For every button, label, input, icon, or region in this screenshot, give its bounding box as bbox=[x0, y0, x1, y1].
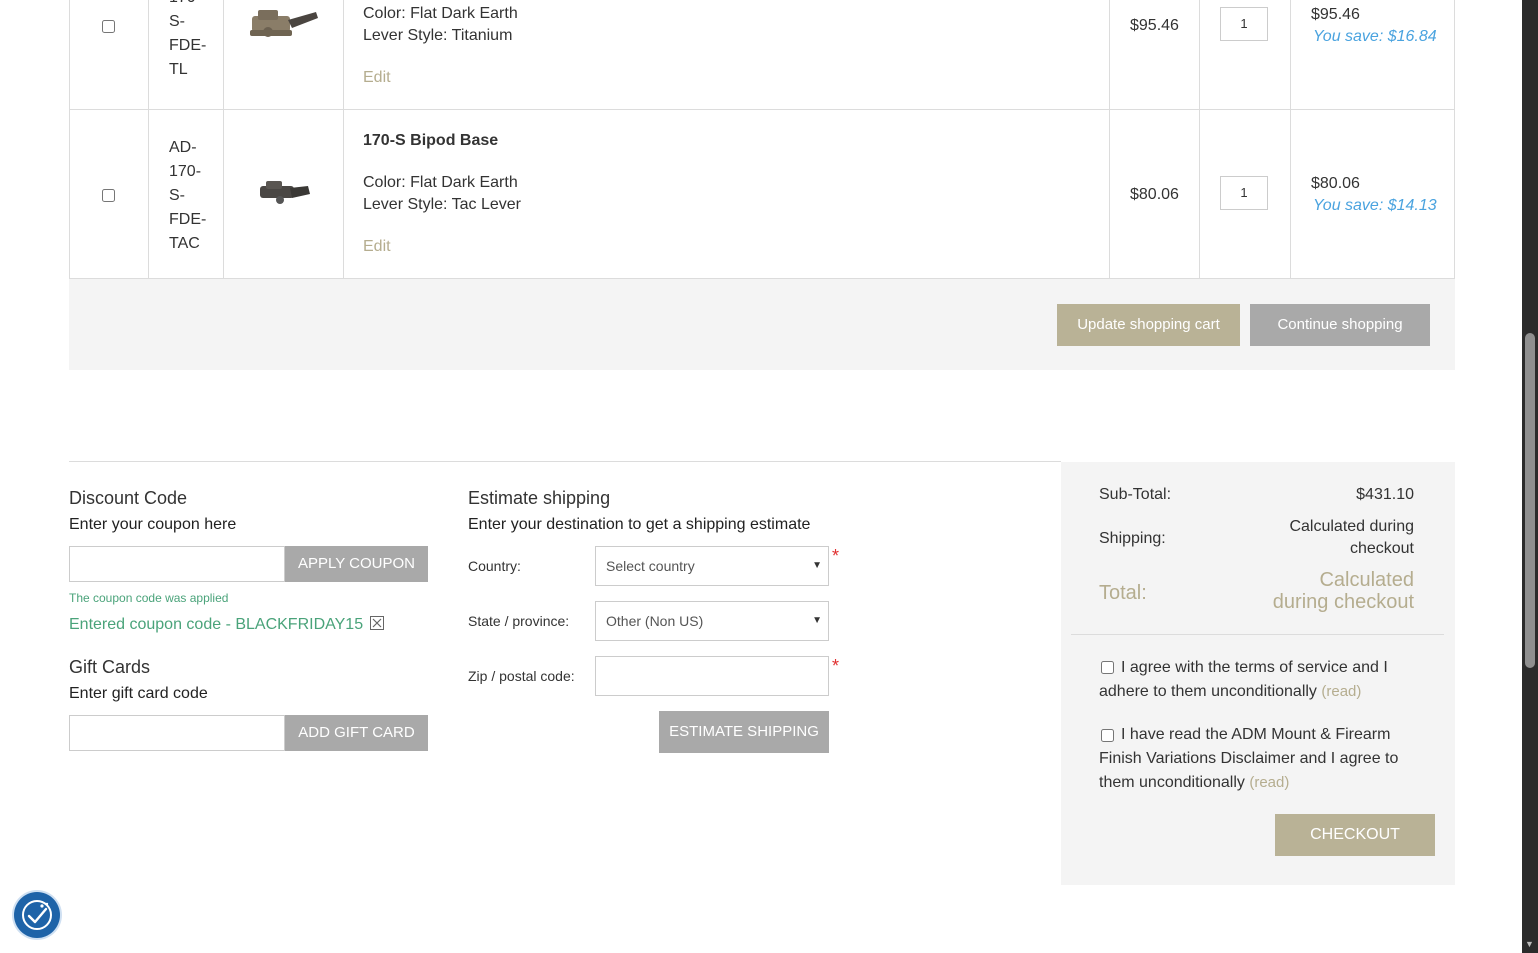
remove-item-checkbox[interactable] bbox=[102, 189, 115, 202]
order-summary: Sub-Total: $431.10 Shipping: Calculated … bbox=[1061, 462, 1455, 885]
sku-line: S- bbox=[169, 187, 185, 204]
sku-line: TL bbox=[169, 61, 188, 78]
coupon-applied-message: The coupon code was applied bbox=[69, 591, 229, 605]
product-name-link[interactable]: 170-S Bipod Base bbox=[363, 132, 498, 150]
country-select[interactable]: Select country ▼ bbox=[595, 546, 829, 586]
savings-text: You save: $14.13 bbox=[1313, 197, 1437, 214]
total-value: Calculated during checkout bbox=[1273, 569, 1414, 613]
chevron-down-icon: ▼ bbox=[812, 615, 822, 626]
unit-price: $80.06 bbox=[1130, 186, 1179, 203]
disclaimer-read-link[interactable]: (read) bbox=[1249, 774, 1289, 791]
unit-price: $95.46 bbox=[1130, 17, 1179, 34]
shipping-label: Shipping: bbox=[1099, 530, 1166, 547]
state-select-value: Other (Non US) bbox=[606, 613, 704, 629]
estimate-shipping-button[interactable]: ESTIMATE SHIPPING bbox=[659, 711, 829, 753]
country-label: Country: bbox=[468, 558, 521, 574]
sku-line: AD- bbox=[169, 139, 197, 156]
gift-card-subtitle: Enter gift card code bbox=[69, 685, 208, 702]
gift-card-title: Gift Cards bbox=[69, 657, 151, 677]
zip-input[interactable] bbox=[595, 656, 829, 696]
col-divider bbox=[223, 0, 224, 279]
terms-read-link[interactable]: (read) bbox=[1321, 683, 1361, 700]
disclaimer-text: I have read the ADM Mount & Firearm Fini… bbox=[1099, 723, 1419, 795]
shipping-value-line: checkout bbox=[1349, 540, 1414, 557]
col-divider bbox=[1454, 0, 1455, 279]
apply-coupon-button[interactable]: APPLY COUPON bbox=[285, 546, 428, 582]
line-total: $80.06 bbox=[1311, 175, 1360, 192]
col-divider bbox=[343, 0, 344, 279]
color-attribute: Color: Flat Dark Earth bbox=[363, 174, 518, 191]
discount-subtitle: Enter your coupon here bbox=[69, 516, 237, 533]
chevron-down-icon: ▼ bbox=[812, 560, 822, 571]
shipping-subtitle: Enter your destination to get a shipping… bbox=[468, 516, 811, 533]
sku-line: TAC bbox=[169, 235, 200, 252]
sku-line: 170- bbox=[169, 163, 202, 180]
entered-coupon-text: Entered coupon code - BLACKFRIDAY15 bbox=[69, 616, 364, 633]
accessibility-icon bbox=[22, 900, 52, 930]
row-divider bbox=[69, 109, 1455, 110]
color-attribute: Color: Flat Dark Earth bbox=[363, 5, 518, 22]
discount-title: Discount Code bbox=[69, 488, 188, 508]
remove-item-checkbox[interactable] bbox=[102, 20, 115, 33]
shipping-title: Estimate shipping bbox=[468, 488, 611, 508]
shipping-value: Calculated during checkout bbox=[1289, 516, 1414, 560]
total-label: Total: bbox=[1099, 582, 1147, 604]
col-divider bbox=[1290, 0, 1291, 279]
add-gift-card-button[interactable]: ADD GIFT CARD bbox=[285, 715, 428, 751]
sku-line: S- bbox=[169, 13, 185, 30]
section-divider bbox=[69, 461, 1061, 462]
col-divider bbox=[1109, 0, 1110, 279]
cart-actions-bar: Update shopping cart Continue shopping bbox=[69, 279, 1455, 370]
required-asterisk: * bbox=[832, 656, 840, 676]
checkout-button[interactable]: CHECKOUT bbox=[1275, 814, 1435, 856]
line-total: $95.46 bbox=[1311, 6, 1360, 23]
edit-link[interactable]: Edit bbox=[363, 238, 391, 256]
quantity-input[interactable]: 1 bbox=[1220, 7, 1268, 41]
coupon-input[interactable] bbox=[69, 546, 285, 582]
total-value-line: Calculated bbox=[1319, 569, 1414, 591]
sku-line: FDE- bbox=[169, 37, 207, 54]
edit-link[interactable]: Edit bbox=[363, 69, 391, 87]
state-select[interactable]: Other (Non US) ▼ bbox=[595, 601, 829, 641]
accessibility-button[interactable] bbox=[14, 892, 60, 938]
savings-text: You save: $16.84 bbox=[1313, 28, 1437, 45]
subtotal-label: Sub-Total: bbox=[1099, 486, 1172, 503]
quantity-input[interactable]: 1 bbox=[1220, 176, 1268, 210]
required-asterisk: * bbox=[832, 546, 840, 566]
remove-coupon-icon[interactable] bbox=[369, 616, 384, 630]
lever-attribute: Lever Style: Titanium bbox=[363, 27, 513, 44]
total-value-line: during checkout bbox=[1272, 591, 1414, 613]
product-image[interactable] bbox=[256, 178, 312, 208]
sku-line: FDE- bbox=[169, 211, 207, 228]
entered-coupon: Entered coupon code - BLACKFRIDAY15 bbox=[69, 616, 384, 634]
scroll-down-arrow-icon[interactable]: ▼ bbox=[1525, 939, 1534, 949]
terms-text: I agree with the terms of service and I … bbox=[1099, 656, 1419, 704]
country-select-value: Select country bbox=[606, 558, 695, 574]
sku-text: 170- S- FDE- TL bbox=[169, 0, 209, 82]
col-divider bbox=[69, 0, 70, 279]
sku-text: AD- 170- S- FDE- TAC bbox=[169, 136, 209, 256]
zip-label: Zip / postal code: bbox=[468, 668, 575, 684]
lever-attribute: Lever Style: Tac Lever bbox=[363, 196, 522, 213]
shipping-value-line: Calculated during bbox=[1289, 518, 1414, 535]
product-image[interactable] bbox=[248, 6, 320, 44]
scrollbar-thumb[interactable] bbox=[1525, 333, 1535, 668]
col-divider bbox=[1199, 0, 1200, 279]
gift-card-input[interactable] bbox=[69, 715, 285, 751]
state-label: State / province: bbox=[468, 613, 570, 629]
continue-shopping-button[interactable]: Continue shopping bbox=[1250, 304, 1430, 346]
summary-divider bbox=[1071, 634, 1444, 635]
update-cart-button[interactable]: Update shopping cart bbox=[1057, 304, 1240, 346]
sku-line: 170- bbox=[169, 0, 209, 10]
col-divider bbox=[148, 0, 149, 279]
subtotal-value: $431.10 bbox=[1356, 486, 1414, 503]
